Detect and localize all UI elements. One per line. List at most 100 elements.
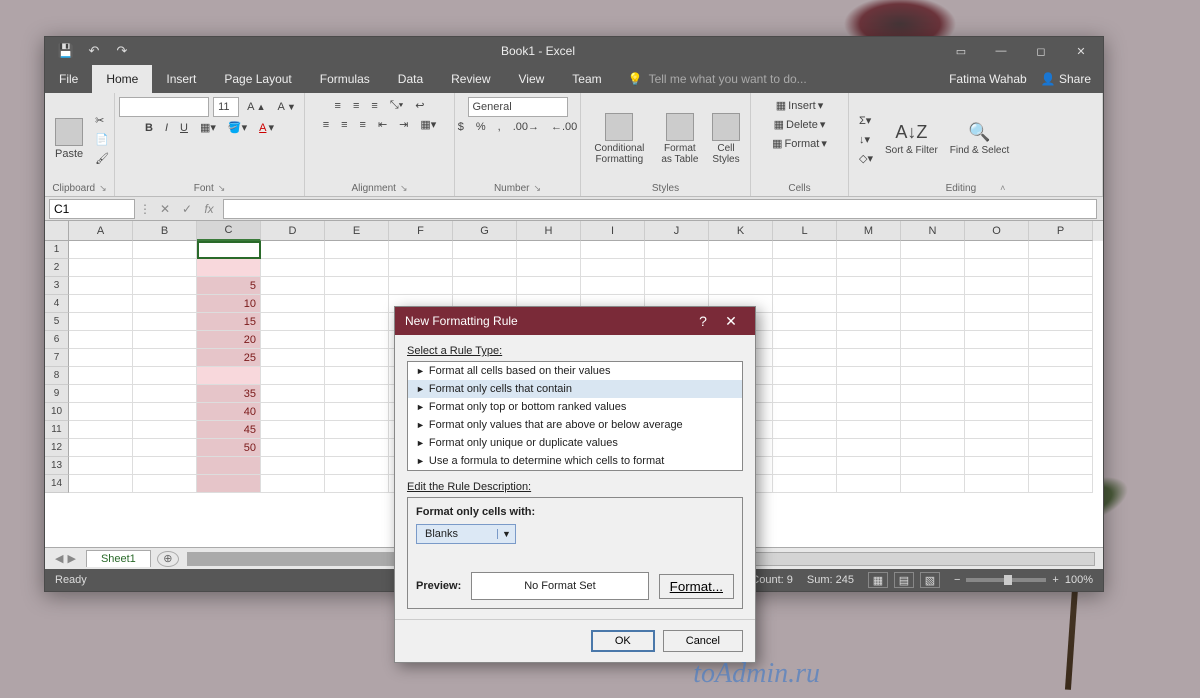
cell[interactable] xyxy=(389,241,453,259)
column-header[interactable]: M xyxy=(837,221,901,241)
sheet-nav-prev-icon[interactable]: ◀ xyxy=(55,552,63,565)
tell-me-box[interactable]: 💡 Tell me what you want to do... xyxy=(616,65,949,93)
column-header[interactable]: J xyxy=(645,221,709,241)
cell[interactable] xyxy=(69,259,133,277)
cell[interactable] xyxy=(773,331,837,349)
fill-icon[interactable]: ↓▾ xyxy=(855,131,877,148)
cell[interactable] xyxy=(837,331,901,349)
cell[interactable] xyxy=(773,421,837,439)
increase-decimal-icon[interactable]: .00→ xyxy=(509,119,543,135)
cell[interactable]: 15 xyxy=(197,313,261,331)
menu-tab-insert[interactable]: Insert xyxy=(152,65,210,93)
cell[interactable] xyxy=(69,439,133,457)
cell[interactable] xyxy=(773,457,837,475)
delete-cells-button[interactable]: ▦ Delete ▾ xyxy=(770,116,830,133)
cell[interactable] xyxy=(517,259,581,277)
cell[interactable] xyxy=(837,349,901,367)
indent-out-icon[interactable]: ⇤ xyxy=(374,116,391,133)
zoom-slider[interactable] xyxy=(966,578,1046,582)
cell[interactable] xyxy=(261,259,325,277)
cell[interactable] xyxy=(325,313,389,331)
cell[interactable] xyxy=(133,331,197,349)
rule-type-list[interactable]: ►Format all cells based on their values►… xyxy=(407,361,743,471)
cell[interactable] xyxy=(133,295,197,313)
cell[interactable] xyxy=(837,385,901,403)
cell[interactable] xyxy=(133,457,197,475)
row-header[interactable]: 10 xyxy=(45,403,69,421)
paste-button[interactable]: Paste xyxy=(51,116,87,162)
cell[interactable] xyxy=(901,295,965,313)
orientation-icon[interactable]: ⤡▾ xyxy=(386,97,407,114)
cell[interactable] xyxy=(901,313,965,331)
cell[interactable] xyxy=(901,367,965,385)
cell[interactable] xyxy=(261,295,325,313)
save-icon[interactable]: 💾 xyxy=(55,40,77,62)
cell[interactable] xyxy=(133,367,197,385)
cell[interactable] xyxy=(1029,421,1093,439)
undo-icon[interactable]: ↶ xyxy=(83,40,105,62)
cell[interactable] xyxy=(837,457,901,475)
add-sheet-button[interactable]: ⊕ xyxy=(157,551,179,567)
cell[interactable] xyxy=(965,457,1029,475)
clear-icon[interactable]: ◇▾ xyxy=(855,150,877,167)
cell[interactable] xyxy=(773,313,837,331)
cell[interactable] xyxy=(965,367,1029,385)
cell[interactable] xyxy=(1029,277,1093,295)
cancel-button[interactable]: Cancel xyxy=(663,630,743,652)
ribbon-options-icon[interactable]: ▭ xyxy=(943,37,979,65)
grow-font-icon[interactable]: A▲ xyxy=(243,99,269,115)
cell[interactable] xyxy=(69,385,133,403)
cell[interactable] xyxy=(1029,439,1093,457)
dialog-help-button[interactable]: ? xyxy=(689,307,717,335)
cell[interactable]: 5 xyxy=(197,277,261,295)
fill-color-icon[interactable]: 🪣▾ xyxy=(224,119,251,136)
user-name[interactable]: Fatima Wahab xyxy=(949,72,1027,86)
number-format-combo[interactable]: General xyxy=(468,97,568,117)
cell[interactable] xyxy=(965,439,1029,457)
menu-tab-data[interactable]: Data xyxy=(384,65,437,93)
borders-icon[interactable]: ▦▾ xyxy=(196,119,220,136)
rule-type-item[interactable]: ►Format only top or bottom ranked values xyxy=(408,398,742,416)
view-normal-icon[interactable]: ▦ xyxy=(868,572,888,588)
cell[interactable] xyxy=(389,259,453,277)
row-header[interactable]: 8 xyxy=(45,367,69,385)
cell[interactable] xyxy=(261,385,325,403)
cell[interactable]: 45 xyxy=(197,421,261,439)
cell[interactable] xyxy=(261,403,325,421)
cell[interactable] xyxy=(69,313,133,331)
cell[interactable] xyxy=(837,475,901,493)
cell[interactable] xyxy=(69,349,133,367)
cell[interactable] xyxy=(581,241,645,259)
cell[interactable] xyxy=(1029,259,1093,277)
menu-tab-page-layout[interactable]: Page Layout xyxy=(210,65,305,93)
column-header[interactable]: N xyxy=(901,221,965,241)
italic-button[interactable]: I xyxy=(161,120,172,136)
cut-icon[interactable]: ✂ xyxy=(91,112,113,129)
cell[interactable] xyxy=(965,403,1029,421)
cell[interactable] xyxy=(1029,403,1093,421)
cell[interactable]: 35 xyxy=(197,385,261,403)
formula-input[interactable] xyxy=(223,199,1097,219)
insert-cells-button[interactable]: ▦ Insert ▾ xyxy=(772,97,827,114)
cell[interactable] xyxy=(837,295,901,313)
cell[interactable] xyxy=(773,295,837,313)
row-header[interactable]: 4 xyxy=(45,295,69,313)
ok-button[interactable]: OK xyxy=(591,630,655,652)
number-launcher-icon[interactable]: ↘ xyxy=(534,183,542,194)
cell[interactable] xyxy=(965,259,1029,277)
cell[interactable] xyxy=(133,385,197,403)
cell[interactable] xyxy=(453,241,517,259)
column-header[interactable]: F xyxy=(389,221,453,241)
cell[interactable]: 40 xyxy=(197,403,261,421)
redo-icon[interactable]: ↷ xyxy=(111,40,133,62)
cell[interactable] xyxy=(901,439,965,457)
cell[interactable] xyxy=(261,349,325,367)
cell[interactable] xyxy=(325,331,389,349)
cell[interactable] xyxy=(69,457,133,475)
format-button[interactable]: Format... xyxy=(659,574,734,599)
column-header[interactable]: O xyxy=(965,221,1029,241)
cell[interactable] xyxy=(325,241,389,259)
cell[interactable] xyxy=(517,241,581,259)
cell[interactable] xyxy=(773,403,837,421)
cell[interactable] xyxy=(133,277,197,295)
